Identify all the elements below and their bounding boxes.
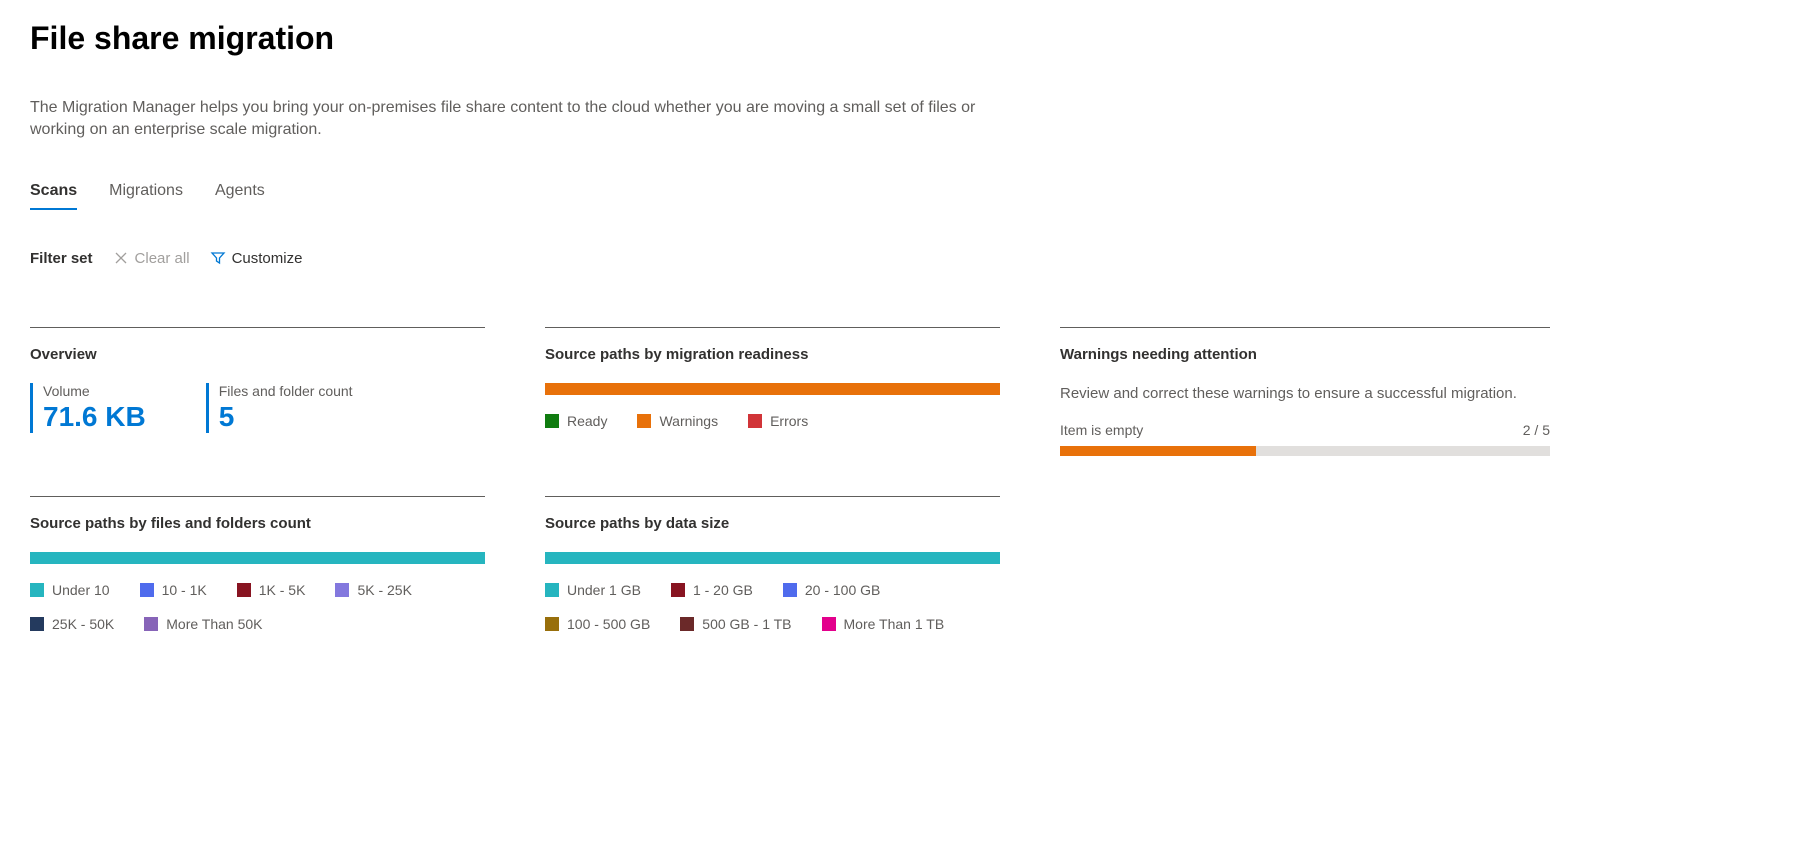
legend-10-1k: 10 - 1K <box>140 582 207 598</box>
count-bar-under10 <box>30 552 485 564</box>
swatch-20-100gb-icon <box>783 583 797 597</box>
clear-all-label: Clear all <box>135 250 190 267</box>
readiness-title: Source paths by migration readiness <box>545 346 1000 363</box>
readiness-bar <box>545 383 1000 395</box>
swatch-10-1k-icon <box>140 583 154 597</box>
warnings-subtext: Review and correct these warnings to ens… <box>1060 383 1550 404</box>
swatch-25k-50k-icon <box>30 617 44 631</box>
legend-5k-25k-label: 5K - 25K <box>357 582 411 598</box>
legend-1-20gb: 1 - 20 GB <box>671 582 753 598</box>
warning-item-label: Item is empty <box>1060 422 1143 438</box>
legend-1k-5k: 1K - 5K <box>237 582 306 598</box>
legend-500gb-1tb: 500 GB - 1 TB <box>680 616 791 632</box>
count-legend: Under 10 10 - 1K 1K - 5K 5K - 25K 25K - … <box>30 582 485 632</box>
count-title: Source paths by files and folders count <box>30 515 485 532</box>
size-panel: Source paths by data size Under 1 GB 1 -… <box>545 496 1000 632</box>
swatch-5k-25k-icon <box>335 583 349 597</box>
legend-more50k: More Than 50K <box>144 616 262 632</box>
stat-count: Files and folder count 5 <box>206 383 353 433</box>
warnings-panel: Warnings needing attention Review and co… <box>1060 327 1550 456</box>
stat-volume-label: Volume <box>43 383 146 399</box>
legend-errors: Errors <box>748 413 808 429</box>
legend-under10-label: Under 10 <box>52 582 110 598</box>
swatch-500gb-1tb-icon <box>680 617 694 631</box>
legend-100-500gb: 100 - 500 GB <box>545 616 650 632</box>
legend-10-1k-label: 10 - 1K <box>162 582 207 598</box>
legend-100-500gb-label: 100 - 500 GB <box>567 616 650 632</box>
legend-500gb-1tb-label: 500 GB - 1 TB <box>702 616 791 632</box>
legend-errors-label: Errors <box>770 413 808 429</box>
tab-agents[interactable]: Agents <box>215 182 265 210</box>
size-legend: Under 1 GB 1 - 20 GB 20 - 100 GB 100 - 5… <box>545 582 1000 632</box>
filter-icon <box>210 250 226 266</box>
filter-row: Filter set Clear all Customize <box>30 250 1770 267</box>
close-icon <box>113 250 129 266</box>
legend-25k-50k-label: 25K - 50K <box>52 616 114 632</box>
legend-more50k-label: More Than 50K <box>166 616 262 632</box>
legend-20-100gb-label: 20 - 100 GB <box>805 582 881 598</box>
legend-more1tb: More Than 1 TB <box>822 616 945 632</box>
legend-under1gb-label: Under 1 GB <box>567 582 641 598</box>
tab-migrations[interactable]: Migrations <box>109 182 183 210</box>
swatch-1-20gb-icon <box>671 583 685 597</box>
swatch-1k-5k-icon <box>237 583 251 597</box>
swatch-under1gb-icon <box>545 583 559 597</box>
size-bar-under1gb <box>545 552 1000 564</box>
customize-label: Customize <box>232 250 303 267</box>
swatch-under10-icon <box>30 583 44 597</box>
swatch-more1tb-icon <box>822 617 836 631</box>
legend-5k-25k: 5K - 25K <box>335 582 411 598</box>
warning-progress-text: 2 / 5 <box>1523 422 1550 438</box>
legend-under10: Under 10 <box>30 582 110 598</box>
warning-progress-fill <box>1060 446 1256 456</box>
stat-count-label: Files and folder count <box>219 383 353 399</box>
legend-1k-5k-label: 1K - 5K <box>259 582 306 598</box>
swatch-warnings-icon <box>637 414 651 428</box>
overview-title: Overview <box>30 346 485 363</box>
legend-25k-50k: 25K - 50K <box>30 616 114 632</box>
readiness-panel: Source paths by migration readiness Read… <box>545 327 1000 429</box>
clear-all-button[interactable]: Clear all <box>113 250 190 267</box>
size-title: Source paths by data size <box>545 515 1000 532</box>
warning-progress-track <box>1060 446 1550 456</box>
swatch-errors-icon <box>748 414 762 428</box>
swatch-ready-icon <box>545 414 559 428</box>
customize-button[interactable]: Customize <box>210 250 303 267</box>
stat-count-value: 5 <box>219 401 353 433</box>
legend-ready: Ready <box>545 413 607 429</box>
swatch-more50k-icon <box>144 617 158 631</box>
legend-warnings: Warnings <box>637 413 718 429</box>
readiness-legend: Ready Warnings Errors <box>545 413 1000 429</box>
overview-panel: Overview Volume 71.6 KB Files and folder… <box>30 327 485 433</box>
page-title: File share migration <box>30 20 1770 57</box>
swatch-100-500gb-icon <box>545 617 559 631</box>
warnings-title: Warnings needing attention <box>1060 346 1550 363</box>
readiness-bar-warnings <box>545 383 1000 395</box>
tabs: Scans Migrations Agents <box>30 182 1770 210</box>
count-bar <box>30 552 485 564</box>
legend-more1tb-label: More Than 1 TB <box>844 616 945 632</box>
stat-volume-value: 71.6 KB <box>43 401 146 433</box>
filter-set-label: Filter set <box>30 250 93 267</box>
legend-warnings-label: Warnings <box>659 413 718 429</box>
tab-scans[interactable]: Scans <box>30 182 77 210</box>
warning-row: Item is empty 2 / 5 <box>1060 422 1550 438</box>
size-bar <box>545 552 1000 564</box>
legend-under1gb: Under 1 GB <box>545 582 641 598</box>
legend-1-20gb-label: 1 - 20 GB <box>693 582 753 598</box>
page-description: The Migration Manager helps you bring yo… <box>30 97 980 142</box>
stat-volume: Volume 71.6 KB <box>30 383 146 433</box>
dashboard: Overview Volume 71.6 KB Files and folder… <box>30 327 1770 632</box>
count-panel: Source paths by files and folders count … <box>30 496 485 632</box>
legend-20-100gb: 20 - 100 GB <box>783 582 881 598</box>
legend-ready-label: Ready <box>567 413 607 429</box>
